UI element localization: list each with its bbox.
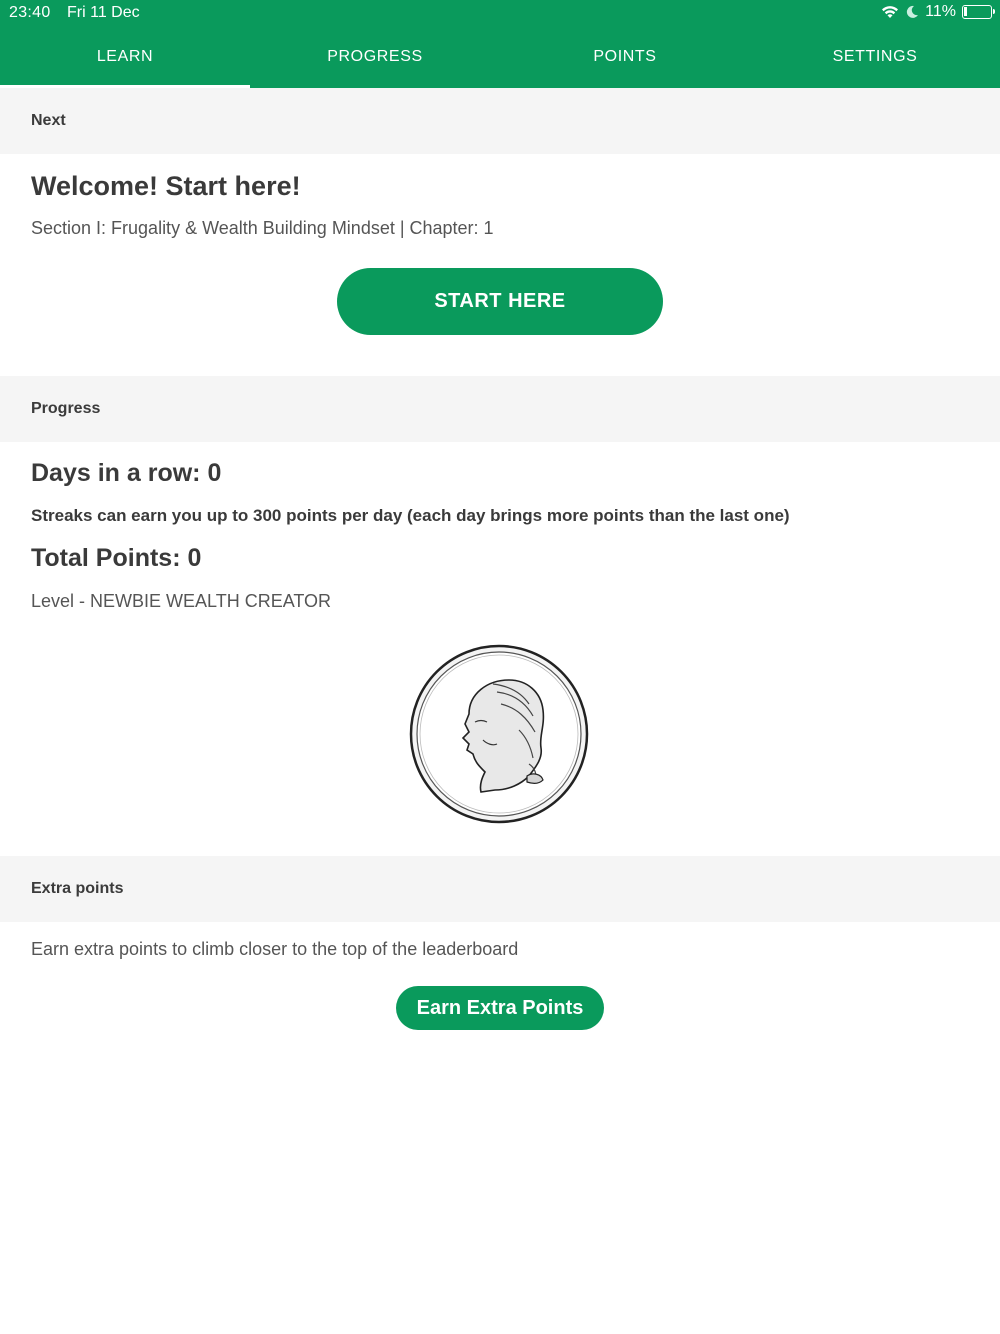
streak-note: Streaks can earn you up to 300 points pe…	[31, 506, 790, 525]
top-bar: 23:40 Fri 11 Dec 11% LEARN PROGRESS POIN…	[0, 0, 1000, 88]
battery-percent: 11%	[925, 3, 956, 20]
wifi-icon	[882, 6, 899, 18]
level-label: Level - NEWBIE WEALTH CREATOR	[31, 591, 332, 611]
tab-progress[interactable]: PROGRESS	[250, 26, 500, 88]
status-bar: 23:40 Fri 11 Dec 11%	[0, 0, 1000, 26]
next-section-header: Next	[0, 88, 1000, 154]
start-here-button[interactable]: START HERE	[337, 268, 663, 335]
status-date: Fri 11 Dec	[67, 4, 140, 21]
earn-extra-points-button[interactable]: Earn Extra Points	[396, 986, 604, 1030]
tab-bar: LEARN PROGRESS POINTS SETTINGS	[0, 26, 1000, 88]
total-points: Total Points: 0	[31, 544, 202, 572]
welcome-title: Welcome! Start here!	[31, 171, 301, 201]
days-in-row: Days in a row: 0	[31, 459, 222, 487]
tab-points[interactable]: POINTS	[500, 26, 750, 88]
tab-learn[interactable]: LEARN	[0, 26, 250, 88]
progress-section-header: Progress	[0, 376, 1000, 442]
extra-points-description: Earn extra points to climb closer to the…	[31, 939, 519, 959]
status-time: 23:40	[9, 4, 51, 21]
battery-icon	[962, 5, 995, 19]
chapter-subtitle: Section I: Frugality & Wealth Building M…	[31, 218, 494, 238]
status-indicators: 11%	[881, 3, 995, 21]
extra-points-section-header: Extra points	[0, 856, 1000, 922]
moon-icon	[907, 5, 919, 18]
tab-settings[interactable]: SETTINGS	[750, 26, 1000, 88]
quarter-coin-icon	[409, 644, 589, 824]
